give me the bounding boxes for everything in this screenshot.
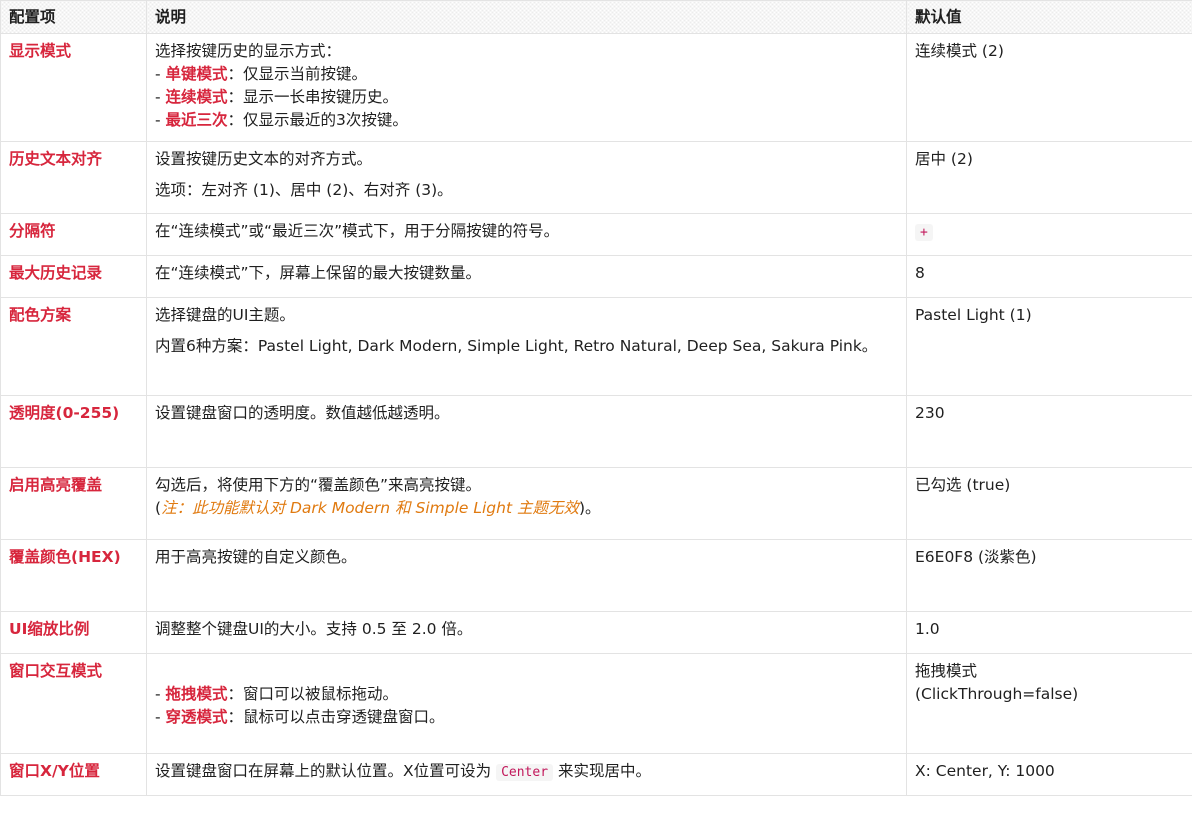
config-default: 1.0 (906, 611, 1192, 654)
config-table: 配置项 说明 默认值 显示模式 选择按键历史的显示方式： - 单键模式：仅显示当… (0, 0, 1192, 796)
list-item: - 最近三次：仅显示最近的3次按键。 (155, 111, 408, 129)
config-desc: 设置按键历史文本的对齐方式。 选项：左对齐 (1)、居中 (2)、右对齐 (3)… (146, 141, 907, 214)
table-row: 窗口X/Y位置 设置键盘窗口在屏幕上的默认位置。X位置可设为 Center 来实… (0, 753, 1192, 796)
config-default: 8 (906, 255, 1192, 298)
note-text: 注：此功能默认对 Dark Modern 和 Simple Light 主题无效 (161, 499, 579, 517)
config-default: + (906, 213, 1192, 256)
table-row: UI缩放比例 调整整个键盘UI的大小。支持 0.5 至 2.0 倍。 1.0 (0, 611, 1192, 654)
table-row: 覆盖颜色(HEX) 用于高亮按键的自定义颜色。 E6E0F8 (淡紫色) (0, 539, 1192, 612)
config-key: 覆盖颜色(HEX) (0, 539, 147, 612)
config-key: UI缩放比例 (0, 611, 147, 654)
config-key: 启用高亮覆盖 (0, 467, 147, 540)
config-default: 拖拽模式 (ClickThrough=false) (906, 653, 1192, 754)
config-default: E6E0F8 (淡紫色) (906, 539, 1192, 612)
config-key: 窗口X/Y位置 (0, 753, 147, 796)
table-row: 分隔符 在“连续模式”或“最近三次”模式下，用于分隔按键的符号。 + (0, 213, 1192, 256)
note-line: (注：此功能默认对 Dark Modern 和 Simple Light 主题无… (155, 499, 601, 517)
config-default: 已勾选 (true) (906, 467, 1192, 540)
config-key: 窗口交互模式 (0, 653, 147, 754)
config-default: 居中 (2) (906, 141, 1192, 214)
header-default: 默认值 (906, 0, 1192, 34)
option-term: 最近三次 (165, 111, 228, 129)
table-row: 透明度(0-255) 设置键盘窗口的透明度。数值越低越透明。 230 (0, 395, 1192, 468)
option-term: 拖拽模式 (165, 685, 228, 703)
config-key: 配色方案 (0, 297, 147, 396)
list-item: - 单键模式：仅显示当前按键。 (155, 65, 368, 83)
config-key: 历史文本对齐 (0, 141, 147, 214)
config-default: X: Center, Y: 1000 (906, 753, 1192, 796)
option-term: 单键模式 (165, 65, 228, 83)
config-desc: 设置键盘窗口的透明度。数值越低越透明。 (146, 395, 907, 468)
inline-code: Center (496, 764, 554, 781)
config-default: 连续模式 (2) (906, 33, 1192, 142)
table-row: 窗口交互模式 - 拖拽模式：窗口可以被鼠标拖动。 - 穿透模式：鼠标可以点击穿透… (0, 653, 1192, 754)
config-default: Pastel Light (1) (906, 297, 1192, 396)
config-key: 分隔符 (0, 213, 147, 256)
list-item: - 拖拽模式：窗口可以被鼠标拖动。 (155, 685, 399, 703)
config-key: 最大历史记录 (0, 255, 147, 298)
list-item: - 穿透模式：鼠标可以点击穿透键盘窗口。 (155, 708, 445, 726)
config-key: 透明度(0-255) (0, 395, 147, 468)
config-key: 显示模式 (0, 33, 147, 142)
table-row: 历史文本对齐 设置按键历史文本的对齐方式。 选项：左对齐 (1)、居中 (2)、… (0, 141, 1192, 214)
table-header-row: 配置项 说明 默认值 (0, 0, 1192, 34)
table-row: 显示模式 选择按键历史的显示方式： - 单键模式：仅显示当前按键。 - 连续模式… (0, 33, 1192, 142)
config-desc: 勾选后，将使用下方的“覆盖颜色”来高亮按键。 (注：此功能默认对 Dark Mo… (146, 467, 907, 540)
config-desc: - 拖拽模式：窗口可以被鼠标拖动。 - 穿透模式：鼠标可以点击穿透键盘窗口。 (146, 653, 907, 754)
config-default: 230 (906, 395, 1192, 468)
separator-code: + (915, 224, 933, 241)
config-desc: 用于高亮按键的自定义颜色。 (146, 539, 907, 612)
option-term: 穿透模式 (165, 708, 228, 726)
config-desc: 在“连续模式”下，屏幕上保留的最大按键数量。 (146, 255, 907, 298)
header-desc: 说明 (146, 0, 907, 34)
config-desc: 调整整个键盘UI的大小。支持 0.5 至 2.0 倍。 (146, 611, 907, 654)
config-desc: 设置键盘窗口在屏幕上的默认位置。X位置可设为 Center 来实现居中。 (146, 753, 907, 796)
option-term: 连续模式 (165, 88, 228, 106)
config-desc: 选择键盘的UI主题。 内置6种方案：Pastel Light, Dark Mod… (146, 297, 907, 396)
desc-intro: 选择按键历史的显示方式： (155, 42, 342, 60)
header-key: 配置项 (0, 0, 147, 34)
config-desc: 选择按键历史的显示方式： - 单键模式：仅显示当前按键。 - 连续模式：显示一长… (146, 33, 907, 142)
list-item: - 连续模式：显示一长串按键历史。 (155, 88, 399, 106)
table-row: 配色方案 选择键盘的UI主题。 内置6种方案：Pastel Light, Dar… (0, 297, 1192, 396)
table-row: 最大历史记录 在“连续模式”下，屏幕上保留的最大按键数量。 8 (0, 255, 1192, 298)
config-desc: 在“连续模式”或“最近三次”模式下，用于分隔按键的符号。 (146, 213, 907, 256)
table-row: 启用高亮覆盖 勾选后，将使用下方的“覆盖颜色”来高亮按键。 (注：此功能默认对 … (0, 467, 1192, 540)
